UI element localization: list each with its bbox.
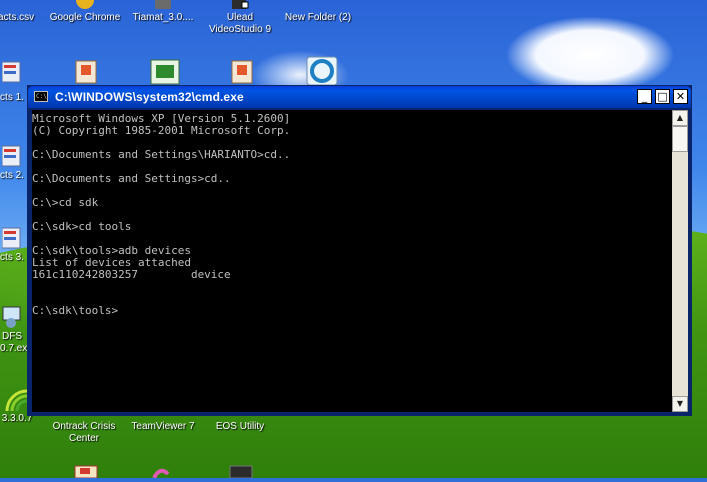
app-icon: [148, 462, 172, 479]
desktop-icon-installer-2[interactable]: [226, 57, 256, 84]
cmd-window[interactable]: C:\ C:\WINDOWS\system32\cmd.exe _ □ ✕ Mi…: [27, 85, 692, 416]
vertical-scrollbar[interactable]: ▲ ▼: [672, 110, 688, 412]
installer-box-icon: [73, 57, 97, 84]
desktop-icon-teamviewer[interactable]: TeamViewer 7: [126, 421, 200, 433]
scroll-up-button[interactable]: ▲: [672, 110, 688, 126]
spreadsheet-file-icon: [0, 226, 24, 250]
close-button[interactable]: ✕: [673, 89, 688, 104]
desktop-icon-cts-1[interactable]: cts 1.: [0, 92, 24, 104]
desktop-icon-ontrack[interactable]: Ontrack Crisis Center: [46, 421, 122, 445]
desktop-icon-eos-utility[interactable]: EOS Utility: [204, 421, 276, 433]
console-line: C:\Documents and Settings\HARIANTO>cd..: [32, 148, 291, 161]
desktop-icon-ulead-videostudio[interactable]: Ulead VideoStudio 9: [200, 0, 280, 36]
desktop-icon-label: EOS Utility: [215, 421, 265, 432]
desktop-icon-bottom-1[interactable]: [66, 462, 102, 480]
console-line: 161c110242803257 device: [32, 268, 231, 281]
desktop-icon-installer[interactable]: [70, 57, 100, 84]
desktop-icon-label: Google Chrome: [49, 12, 121, 23]
desktop-icon-acts-1[interactable]: [0, 60, 24, 86]
desktop-icon-label: New Folder (2): [284, 12, 352, 23]
console-line: C:\>cd sdk: [32, 196, 99, 209]
console-line: C:\sdk>cd tools: [32, 220, 132, 233]
console-prompt[interactable]: C:\sdk\tools>: [32, 304, 118, 317]
scroll-thumb[interactable]: [672, 126, 688, 152]
desktop-icon-new-folder-2[interactable]: New Folder (2): [278, 12, 358, 24]
console-area[interactable]: Microsoft Windows XP [Version 5.1.2600] …: [32, 110, 672, 412]
spreadsheet-file-icon: [0, 60, 24, 84]
desktop-icon-bottom-2[interactable]: [140, 462, 180, 480]
console-output: Microsoft Windows XP [Version 5.1.2600] …: [32, 113, 290, 317]
desktop-icon-label: acts.csv: [0, 12, 35, 23]
shortcut-icon: [151, 0, 175, 10]
desktop-icon-cts-2[interactable]: cts 2.: [0, 144, 24, 182]
installer-box-icon: [229, 57, 253, 84]
console-line: (C) Copyright 1985-2001 Microsoft Corp.: [32, 124, 291, 137]
maximize-button[interactable]: □: [655, 89, 670, 104]
videostudio-icon: [228, 0, 252, 10]
desktop-icon-bottom-3[interactable]: [220, 462, 256, 480]
console-line: C:\Documents and Settings>cd..: [32, 172, 231, 185]
app-icon: [226, 462, 253, 479]
desktop-icon-label: Tiamat_3.0....: [132, 12, 194, 23]
minimize-button[interactable]: _: [637, 89, 652, 104]
desktop-icon-label-line2: Center: [68, 433, 99, 444]
film-icon: [150, 57, 180, 85]
desktop-icon-acts-csv[interactable]: acts.csv: [0, 12, 34, 24]
desktop-icon-label: DFS: [2, 331, 22, 342]
app-icon: [72, 462, 98, 479]
desktop-icon-cts-3[interactable]: cts 3.: [0, 226, 24, 264]
disc-icon: [306, 56, 338, 86]
desktop-icon-label: cts 3.: [0, 252, 24, 263]
desktop-icon-label-line2: VideoStudio 9: [208, 24, 272, 35]
desktop-icon-label: Ontrack Crisis: [52, 421, 116, 432]
cmd-icon[interactable]: C:\: [34, 91, 48, 102]
desktop-icon-label: TeamViewer 7: [131, 421, 195, 432]
desktop-icon-dfs[interactable]: DFS 0.7.ex: [0, 305, 28, 355]
app-icon: [0, 305, 24, 329]
desktop-icon-label: cts 2.: [0, 170, 24, 181]
desktop-icon-label: cts 1.: [0, 92, 24, 103]
desktop-icon-video-file[interactable]: [145, 57, 180, 85]
desktop-icon-label: Ulead: [226, 12, 254, 23]
window-titlebar[interactable]: C:\ C:\WINDOWS\system32\cmd.exe _ □ ✕: [28, 86, 691, 108]
chrome-icon: [73, 0, 97, 10]
desktop-icon-disc-app[interactable]: [300, 56, 338, 86]
desktop-icon-google-chrome[interactable]: Google Chrome: [46, 0, 124, 24]
scroll-down-button[interactable]: ▼: [672, 396, 688, 412]
window-title: C:\WINDOWS\system32\cmd.exe: [55, 90, 244, 104]
signal-icon: [5, 387, 29, 412]
spreadsheet-file-icon: [0, 144, 24, 168]
desktop-icon-tiamat[interactable]: Tiamat_3.0....: [124, 0, 202, 24]
desktop-icon-label-line2: 0.7.ex: [0, 343, 28, 354]
